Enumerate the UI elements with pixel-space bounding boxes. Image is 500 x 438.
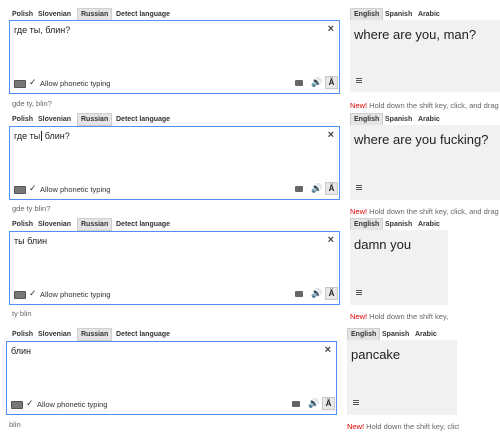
close-icon[interactable]: × <box>325 344 331 356</box>
alternatives-icon[interactable] <box>353 400 359 406</box>
phonetic-typing-label: Allow phonetic typing <box>37 400 108 409</box>
keyboard-icon[interactable] <box>11 401 23 409</box>
tab-russian[interactable]: Russian <box>77 328 113 341</box>
tab-slovenian[interactable]: Slovenian <box>35 329 74 340</box>
translation-box: pancake <box>347 340 457 415</box>
source-text[interactable]: блин <box>11 346 31 356</box>
transliteration: blin <box>9 420 21 429</box>
source-language-tabs: Polish Slovenian Russian Detect language <box>9 328 209 341</box>
tab-detect-language[interactable]: Detect language <box>113 329 173 340</box>
phonetic-checkbox[interactable]: ✓ <box>26 399 34 408</box>
translation-panel-4: Polish Slovenian Russian Detect language… <box>0 0 500 438</box>
translation-text: pancake <box>351 347 401 362</box>
phonetic-toggle-button[interactable]: Ă <box>322 397 335 410</box>
tab-arabic[interactable]: Arabic <box>412 329 440 340</box>
comment-bubble-icon[interactable] <box>292 401 300 407</box>
source-text-box[interactable]: блин × ✓ Allow phonetic typing 🔊 Ă <box>6 341 337 415</box>
tab-polish[interactable]: Polish <box>9 329 36 340</box>
shift-hint: New! Hold down the shift key, click, and… <box>347 422 459 431</box>
tab-spanish[interactable]: Spanish <box>379 329 412 340</box>
speaker-icon[interactable]: 🔊 <box>308 399 319 408</box>
